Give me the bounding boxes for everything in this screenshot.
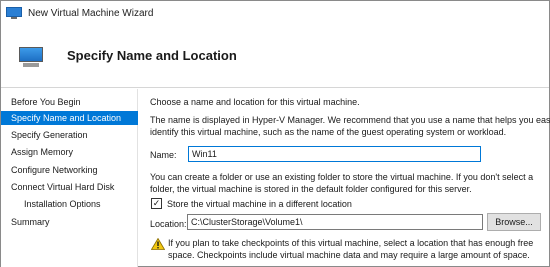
page-title: Specify Name and Location xyxy=(67,48,237,63)
nav-item-specify-generation[interactable]: Specify Generation xyxy=(1,128,138,142)
store-different-location-label[interactable]: Store the virtual machine in a different… xyxy=(167,198,352,210)
wizard-steps-nav: Before You Begin Specify Name and Locati… xyxy=(1,89,138,267)
window-title: New Virtual Machine Wizard xyxy=(28,7,154,19)
intro-text: Choose a name and location for this virt… xyxy=(150,97,360,107)
nav-item-connect-virtual-hard-disk[interactable]: Connect Virtual Hard Disk xyxy=(1,180,138,194)
nav-item-before-you-begin[interactable]: Before You Begin xyxy=(1,95,138,109)
monitor-icon xyxy=(17,47,45,69)
nav-item-summary[interactable]: Summary xyxy=(1,215,138,229)
name-label: Name: xyxy=(150,150,177,160)
warning-icon xyxy=(151,238,165,250)
folder-help-text-line1: You can create a folder or use an existi… xyxy=(150,172,534,182)
page-header: Specify Name and Location xyxy=(1,26,549,88)
name-help-text-line1: The name is displayed in Hyper-V Manager… xyxy=(150,115,550,125)
location-label: Location: xyxy=(150,219,187,229)
name-help-text-line2: identify this virtual machine, such as t… xyxy=(150,127,507,137)
store-different-location-checkbox[interactable]: ✓ xyxy=(151,198,162,209)
title-bar[interactable]: New Virtual Machine Wizard xyxy=(1,1,549,25)
wizard-window: New Virtual Machine Wizard Specify Name … xyxy=(0,0,550,267)
virtual-machine-icon xyxy=(6,7,22,19)
nav-item-assign-memory[interactable]: Assign Memory xyxy=(1,145,138,159)
nav-item-configure-networking[interactable]: Configure Networking xyxy=(1,163,138,177)
warning-text-line1: If you plan to take checkpoints of this … xyxy=(168,238,534,248)
nav-item-specify-name-and-location[interactable]: Specify Name and Location xyxy=(1,111,138,125)
browse-button[interactable]: Browse... xyxy=(487,213,541,231)
name-field[interactable]: Win11 xyxy=(188,146,481,162)
folder-help-text-line2: folder, the virtual machine is stored in… xyxy=(150,184,472,194)
warning-text-line2: space. Checkpoints include virtual machi… xyxy=(168,250,530,260)
nav-item-installation-options[interactable]: Installation Options xyxy=(1,197,138,211)
location-field[interactable]: C:\ClusterStorage\Volume1\ xyxy=(187,214,483,230)
